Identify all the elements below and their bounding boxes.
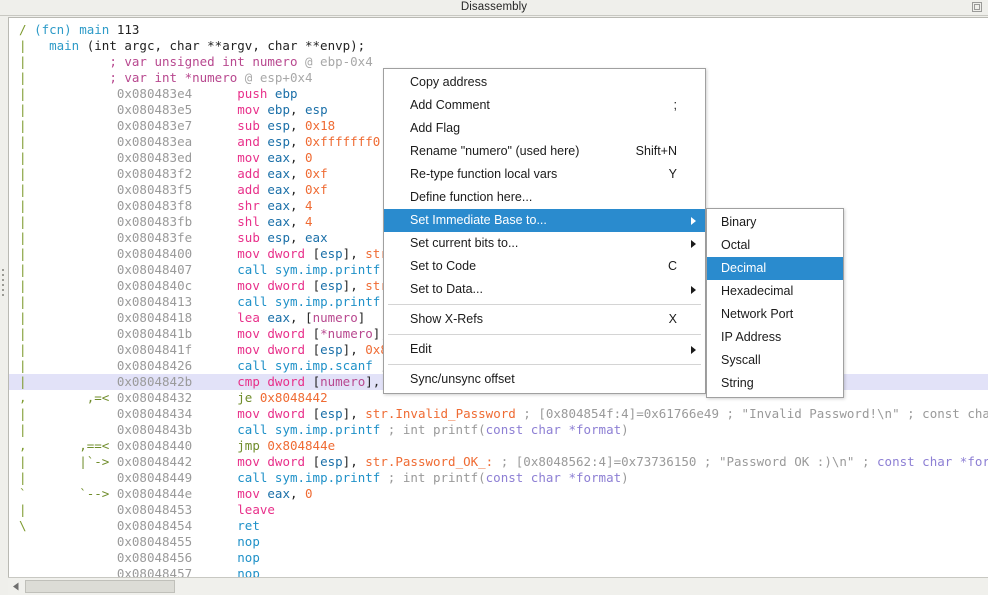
menu-item-shortcut: ; [673, 98, 677, 112]
menu-item-set-to-code[interactable]: Set to Code C [384, 255, 705, 278]
immediate-base-submenu[interactable]: Binary Octal Decimal Hexadecimal Network Por… [706, 208, 844, 398]
menu-item-shortcut: C [667, 259, 677, 273]
disassembly-line[interactable]: | main (int argc, char **argv, char **en… [9, 38, 988, 54]
menu-item-set-immediate-base-to[interactable]: Set Immediate Base to... [384, 209, 705, 232]
menu-item-label: Hexadecimal [721, 284, 794, 298]
menu-item-label: Copy address [410, 75, 488, 89]
horizontal-scrollbar[interactable] [8, 577, 988, 595]
submenu-arrow-icon [691, 286, 696, 294]
menu-item-rename-numero-used-here[interactable]: Rename "numero" (used here) Shift+N [384, 140, 705, 163]
page-title: Disassembly [460, 1, 528, 13]
menu-item-copy-address[interactable]: Copy address [384, 71, 705, 94]
splitter-grip[interactable] [2, 269, 5, 296]
disassembly-line[interactable]: , ,==< 0x08048440 jmp 0x804844e [9, 438, 988, 454]
menu-item-add-comment[interactable]: Add Comment; [384, 94, 705, 117]
disassembly-line[interactable]: ` `--> 0x0804844e mov eax, 0 [9, 486, 988, 502]
menu-item-label: Define function here... [410, 190, 533, 204]
menu-item-shortcut: X [668, 312, 677, 326]
menu-item-label: Add Flag [410, 121, 461, 135]
submenu-arrow-icon [691, 346, 696, 354]
scrollbar-thumb[interactable] [25, 580, 175, 593]
menu-item-label: Syscall [721, 353, 761, 367]
menu-item-label: Set current bits to... [410, 236, 519, 250]
menu-item-label: Decimal [721, 261, 767, 275]
disassembly-line[interactable]: | 0x08048449 call sym.imp.printf ; int p… [9, 470, 988, 486]
base-item-hexadecimal[interactable]: Hexadecimal [707, 280, 843, 303]
menu-item-label: Network Port [721, 307, 794, 321]
base-item-ip-address[interactable]: IP Address [707, 326, 843, 349]
menu-item-label: Octal [721, 238, 751, 252]
disassembly-line[interactable]: | 0x08048434 mov dword [esp], str.Invali… [9, 406, 988, 422]
menu-item-re-type-function-local-vars[interactable]: Re-type function local vars Y [384, 163, 705, 186]
base-item-decimal[interactable]: Decimal [707, 257, 843, 280]
panel-splitter[interactable] [0, 17, 8, 577]
disassembly-line[interactable]: / (fcn) main 113 [9, 22, 988, 38]
menu-item-label: Set Immediate Base to... [410, 213, 547, 227]
menu-item-label: Binary [721, 215, 757, 229]
context-menu[interactable]: Copy address Add Comment; Add Flag Rename "… [383, 68, 706, 394]
disassembly-line[interactable]: 0x08048456 nop [9, 550, 988, 566]
base-item-octal[interactable]: Octal [707, 234, 843, 257]
menu-item-label: Sync/unsync offset [410, 372, 515, 386]
disassembly-window: Disassembly / (fcn) main 113 | main (int … [0, 0, 988, 595]
menu-item-shortcut: Y [668, 167, 677, 181]
submenu-arrow-icon [691, 217, 696, 225]
menu-separator [388, 304, 701, 305]
menu-item-label: String [721, 376, 754, 390]
disassembly-line[interactable]: | 0x0804843b call sym.imp.printf ; int p… [9, 422, 988, 438]
base-item-string[interactable]: String [707, 372, 843, 395]
menu-item-label: Show X-Refs [410, 312, 483, 326]
float-window-icon[interactable] [971, 1, 983, 13]
menu-item-sync-unsync-offset[interactable]: Sync/unsync offset [384, 368, 705, 391]
base-item-network-port[interactable]: Network Port [707, 303, 843, 326]
base-item-binary[interactable]: Binary [707, 211, 843, 234]
menu-item-label: Edit [410, 342, 432, 356]
scroll-left-arrow-icon[interactable] [9, 579, 24, 594]
menu-item-label: Re-type function local vars [410, 167, 558, 181]
menu-separator [388, 334, 701, 335]
window-titlebar: Disassembly [0, 0, 988, 16]
menu-separator [388, 364, 701, 365]
menu-item-show-x-refs[interactable]: Show X-Refs X [384, 308, 705, 331]
menu-item-shortcut: Shift+N [635, 144, 677, 158]
menu-item-add-flag[interactable]: Add Flag [384, 117, 705, 140]
menu-item-label: IP Address [721, 330, 782, 344]
menu-item-label: Rename "numero" (used here) [410, 144, 580, 158]
menu-item-set-current-bits-to[interactable]: Set current bits to... [384, 232, 705, 255]
menu-item-label: Add Comment [410, 98, 490, 112]
menu-item-label: Set to Code [410, 259, 477, 273]
menu-item-label: Set to Data... [410, 282, 483, 296]
disassembly-line[interactable]: \ 0x08048454 ret [9, 518, 988, 534]
menu-item-define-function-here[interactable]: Define function here... [384, 186, 705, 209]
submenu-arrow-icon [691, 240, 696, 248]
disassembly-line[interactable]: | 0x08048453 leave [9, 502, 988, 518]
menu-item-set-to-data[interactable]: Set to Data... [384, 278, 705, 301]
disassembly-line[interactable]: 0x08048455 nop [9, 534, 988, 550]
disassembly-line[interactable]: 0x08048457 nop [9, 566, 988, 577]
disassembly-line[interactable]: | |`-> 0x08048442 mov dword [esp], str.P… [9, 454, 988, 470]
menu-item-edit[interactable]: Edit [384, 338, 705, 361]
base-item-syscall[interactable]: Syscall [707, 349, 843, 372]
